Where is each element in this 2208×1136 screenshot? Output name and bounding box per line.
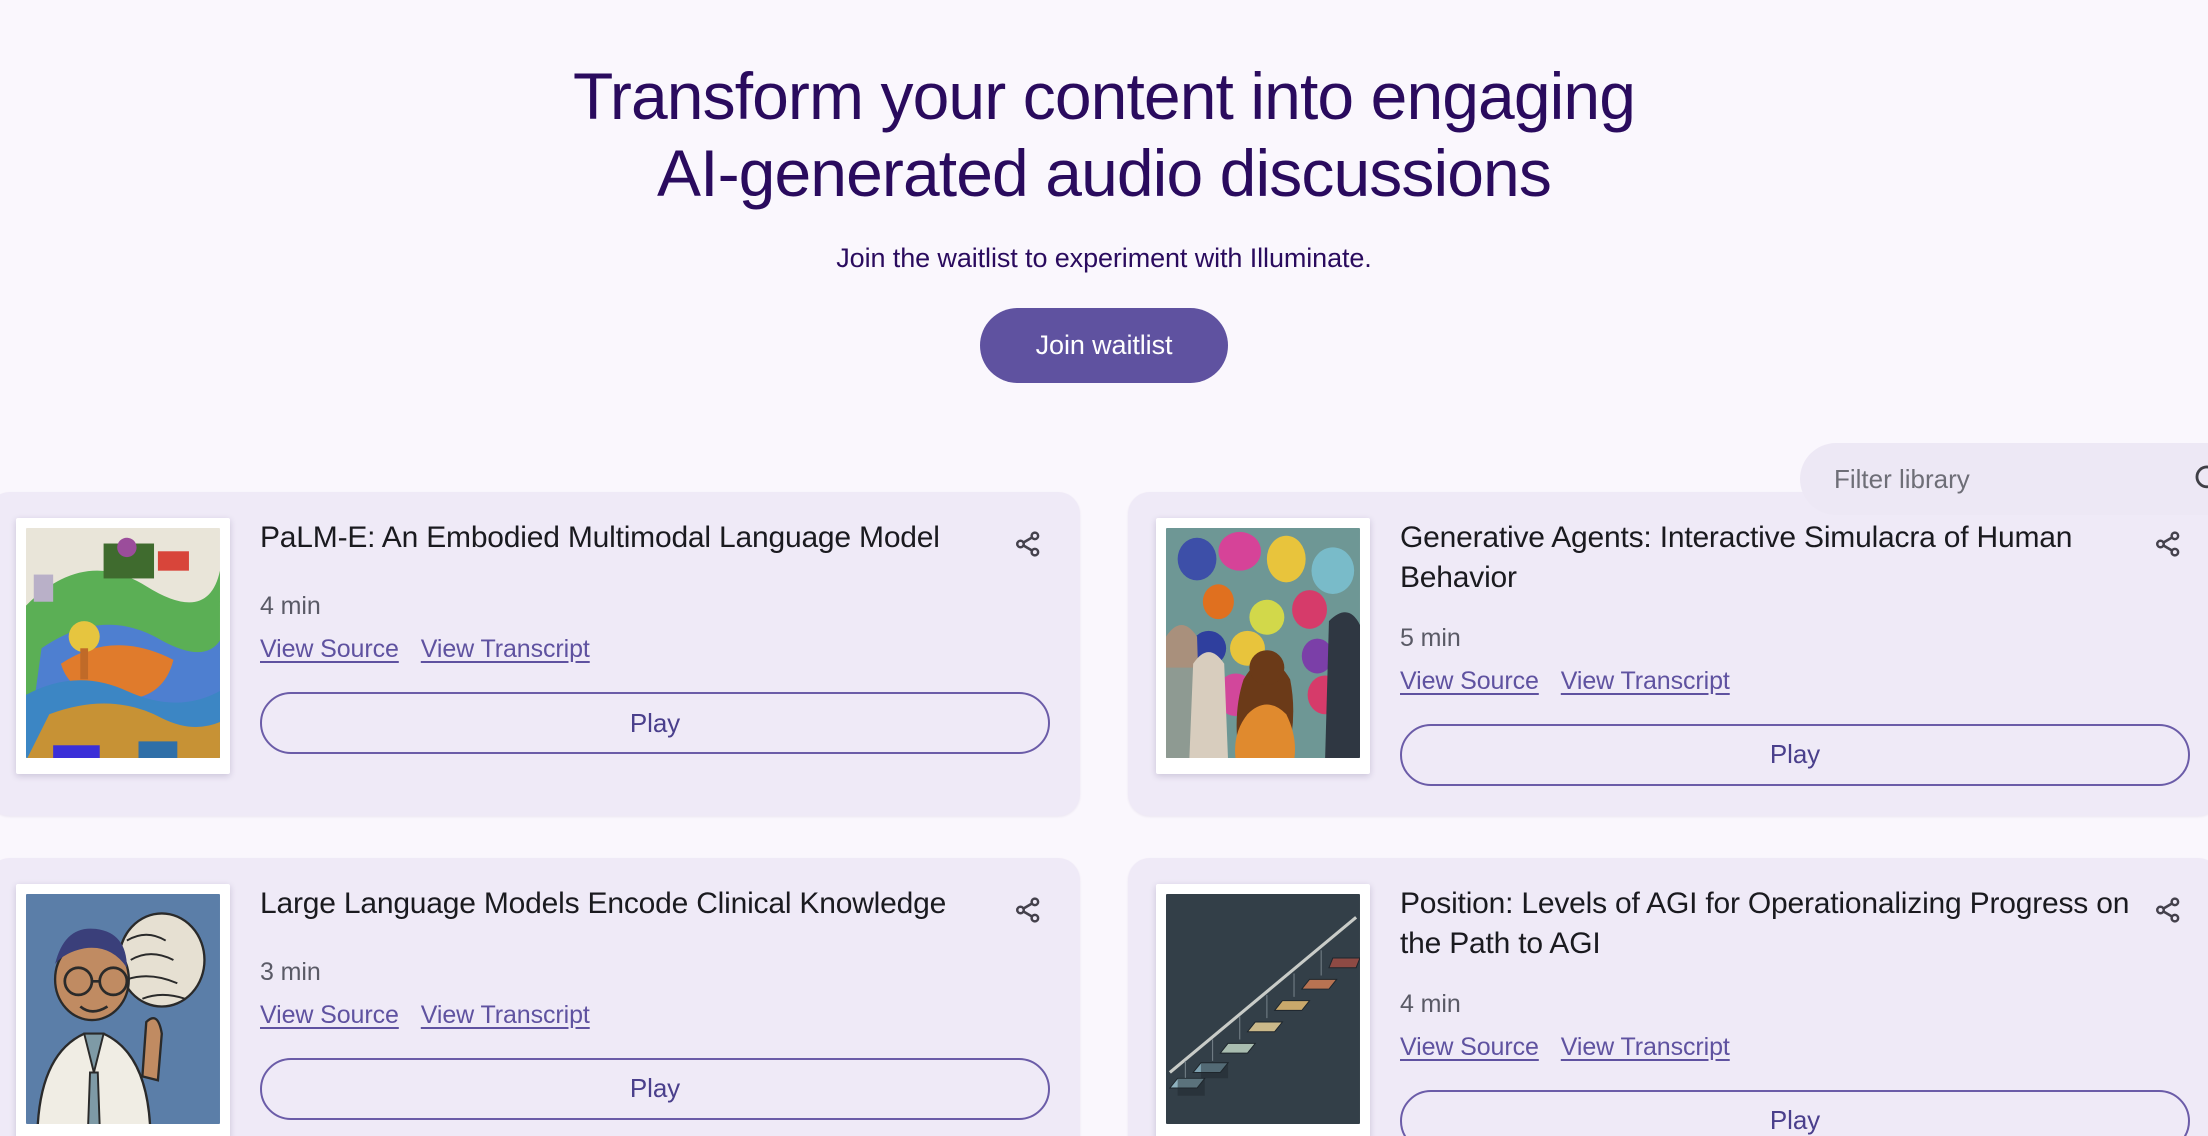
agi-staircase-artwork [1166, 893, 1360, 1124]
card-duration: 4 min [260, 592, 321, 620]
card-header: Generative Agents: Interactive Simulacra… [1400, 518, 2190, 598]
card-title: Large Language Models Encode Clinical Kn… [260, 886, 947, 920]
view-transcript-link[interactable]: View Transcript [1561, 667, 1730, 696]
play-button[interactable]: Play [260, 1057, 1050, 1120]
cta-container: Join waitlist [0, 308, 2208, 384]
card-duration: 4 min [1400, 989, 1461, 1018]
play-button[interactable]: Play [1400, 723, 2190, 786]
card-header: PaLM-E: An Embodied Multimodal Language … [260, 518, 1050, 566]
view-source-link[interactable]: View Source [1400, 1033, 1539, 1062]
card-duration: 3 min [260, 957, 321, 986]
abstract-collage-artwork [26, 528, 220, 758]
card-header: Position: Levels of AGI for Operationali… [1400, 884, 2190, 964]
card-links: View Source View Transcript [1400, 1033, 2190, 1062]
library-card[interactable]: Position: Levels of AGI for Operationali… [1128, 857, 2208, 1136]
page-title: Transform your content into engaging AI-… [0, 58, 2208, 211]
card-thumbnail [1156, 883, 1370, 1136]
card-duration: 5 min [1400, 623, 1461, 652]
view-source-link[interactable]: View Source [1400, 667, 1539, 696]
hero-subtitle: Join the waitlist to experiment with Ill… [836, 243, 1372, 274]
filter-library-search[interactable] [1800, 443, 2208, 515]
card-header: Large Language Models Encode Clinical Kn… [260, 884, 1050, 932]
card-body: PaLM-E: An Embodied Multimodal Language … [260, 518, 1050, 786]
card-links: View Source View Transcript [260, 635, 1050, 664]
card-thumbnail [1156, 518, 1370, 774]
hero-section: Transform your content into engaging AI-… [0, 0, 2208, 384]
share-button[interactable] [2146, 888, 2190, 932]
card-body: Generative Agents: Interactive Simulacra… [1400, 518, 2190, 786]
card-links: View Source View Transcript [1400, 667, 2190, 696]
card-title: PaLM-E: An Embodied Multimodal Language … [260, 521, 940, 554]
card-body: Large Language Models Encode Clinical Kn… [260, 884, 1050, 1136]
share-button[interactable] [1006, 888, 1050, 932]
card-thumbnail [16, 883, 230, 1136]
page-title-line-1: Transform your content into engaging [572, 59, 1636, 133]
share-button[interactable] [1006, 522, 1050, 566]
library-grid: PaLM-E: An Embodied Multimodal Language … [0, 492, 2208, 1136]
share-button[interactable] [2146, 522, 2190, 566]
illuminate-landing-page: Transform your content into engaging AI-… [0, 0, 2208, 1136]
view-transcript-link[interactable]: View Transcript [421, 1001, 590, 1030]
join-waitlist-button[interactable]: Join waitlist [979, 308, 1229, 384]
library-card[interactable]: Generative Agents: Interactive Simulacra… [1128, 492, 2208, 816]
search-icon[interactable] [2192, 462, 2208, 496]
search-input[interactable] [1834, 463, 2182, 495]
card-thumbnail [16, 518, 230, 774]
card-body: Position: Levels of AGI for Operationali… [1400, 884, 2190, 1136]
view-source-link[interactable]: View Source [260, 1001, 399, 1030]
view-transcript-link[interactable]: View Transcript [421, 635, 590, 664]
page-title-line-2: AI-generated audio discussions [657, 135, 1552, 210]
view-source-link[interactable]: View Source [260, 635, 399, 664]
library-card[interactable]: Large Language Models Encode Clinical Kn… [0, 857, 1080, 1136]
card-links: View Source View Transcript [260, 1001, 1050, 1030]
play-button[interactable]: Play [260, 692, 1050, 754]
generative-agents-artwork [1166, 528, 1360, 758]
play-button[interactable]: Play [1400, 1089, 2190, 1136]
card-title: Generative Agents: Interactive Simulacra… [1400, 521, 2073, 594]
view-transcript-link[interactable]: View Transcript [1561, 1033, 1730, 1062]
library-card[interactable]: PaLM-E: An Embodied Multimodal Language … [0, 492, 1080, 816]
card-title: Position: Levels of AGI for Operationali… [1400, 886, 2130, 960]
clinical-knowledge-artwork [26, 893, 220, 1124]
